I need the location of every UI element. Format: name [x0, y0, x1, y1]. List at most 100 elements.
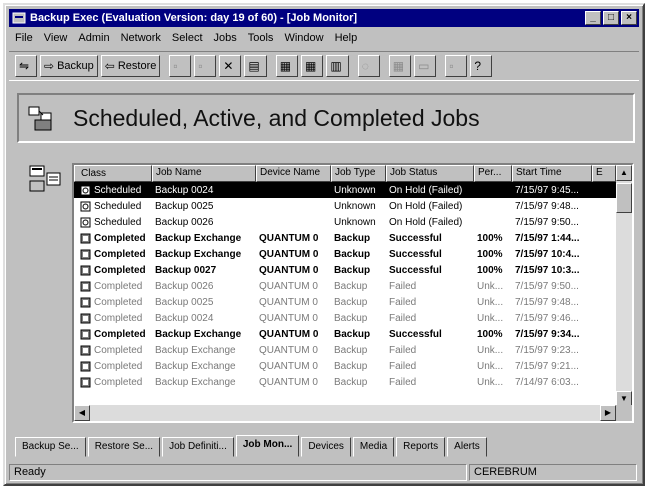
cell-device: QUANTUM 0: [259, 344, 318, 356]
column-job-status[interactable]: Job Status: [386, 165, 474, 182]
tab-media[interactable]: Media: [352, 437, 395, 457]
search-icon: ◌: [361, 59, 369, 73]
menu-tools[interactable]: Tools: [248, 32, 274, 44]
column-percent[interactable]: Per...: [474, 165, 512, 182]
menu-admin[interactable]: Admin: [78, 32, 109, 44]
pause-button[interactable]: ▫: [169, 55, 192, 77]
table-row[interactable]: Completed Backup Exchange QUANTUM 0 Backup F…: [74, 342, 632, 358]
delete-icon: ✕: [223, 59, 234, 73]
jobs-list[interactable]: Class Job Name Device Name Job Type Job …: [72, 163, 634, 423]
cell-class-text: Completed: [94, 264, 146, 276]
cell-device: QUANTUM 0: [259, 328, 319, 340]
maximize-button[interactable]: □: [603, 11, 619, 25]
dimmed-button[interactable]: ▫: [445, 55, 468, 77]
search-button[interactable]: ◌: [357, 55, 380, 77]
menu-help[interactable]: Help: [335, 32, 358, 44]
view-large-button[interactable]: ▦: [275, 55, 299, 77]
grid-button[interactable]: ▦: [388, 55, 412, 77]
column-start-time[interactable]: Start Time: [512, 165, 592, 182]
cell-start-time: 7/15/97 9:46...: [515, 312, 579, 324]
cell-class-text: Completed: [94, 296, 143, 308]
scroll-left-icon[interactable]: ◀: [74, 405, 90, 421]
cell-percent: 100%: [477, 248, 503, 260]
view-details-button[interactable]: ▥: [326, 55, 349, 77]
table-row[interactable]: Completed Backup Exchange QUANTUM 0 Backup S…: [74, 246, 632, 262]
backup-button[interactable]: ⇨ Backup: [40, 55, 98, 77]
cell-job-status: Failed: [389, 280, 417, 292]
cell-job-status: Successful: [389, 248, 442, 260]
table-row[interactable]: Completed Backup 0027 QUANTUM 0 Backup Succe…: [74, 262, 632, 278]
table-row[interactable]: Completed Backup Exchange QUANTUM 0 Backup S…: [74, 326, 632, 342]
column-job-name[interactable]: Job Name: [152, 165, 256, 182]
split-button[interactable]: ▭: [414, 55, 437, 77]
table-row[interactable]: Scheduled Backup 0026 Unknown On Hold (Fail…: [74, 214, 632, 230]
menu-view[interactable]: View: [44, 32, 68, 44]
cell-device: QUANTUM 0: [259, 248, 319, 260]
delete-button[interactable]: ✕: [219, 55, 242, 77]
tab-restore-selections[interactable]: Restore Se...: [87, 437, 161, 457]
cell-percent: Unk...: [477, 296, 504, 308]
table-row[interactable]: Completed Backup 0026 QUANTUM 0 Backup Faile…: [74, 278, 632, 294]
view-large-icon: ▦: [279, 59, 292, 73]
cell-class: Completed: [74, 377, 152, 388]
view-details-icon: ▥: [330, 59, 342, 73]
column-device-name[interactable]: Device Name: [256, 165, 331, 182]
table-row[interactable]: Scheduled Backup 0024 Unknown On Hold (Fail…: [74, 182, 632, 198]
cell-start-time: 7/15/97 1:44...: [515, 232, 580, 244]
tab-reports[interactable]: Reports: [396, 437, 446, 457]
table-row[interactable]: Scheduled Backup 0025 Unknown On Hold (Fail…: [74, 198, 632, 214]
column-extra[interactable]: E: [592, 165, 616, 182]
menu-jobs[interactable]: Jobs: [214, 32, 237, 44]
table-row[interactable]: Completed Backup 0024 QUANTUM 0 Backup Faile…: [74, 310, 632, 326]
cell-class-text: Completed: [94, 232, 146, 244]
cell-class-text: Completed: [94, 344, 143, 356]
table-row[interactable]: Completed Backup Exchange QUANTUM 0 Backup S…: [74, 230, 632, 246]
scroll-up-icon[interactable]: ▲: [616, 165, 632, 181]
cell-start-time: 7/15/97 9:23...: [515, 344, 579, 356]
cell-class: Completed: [74, 329, 152, 340]
cell-device: QUANTUM 0: [259, 360, 318, 372]
page-title: Scheduled, Active, and Completed Jobs: [73, 104, 480, 131]
vertical-scrollbar[interactable]: ▲ ▼: [616, 165, 632, 407]
app-icon: [12, 12, 26, 24]
tab-alerts[interactable]: Alerts: [447, 437, 487, 457]
column-class[interactable]: Class: [74, 165, 152, 182]
server-name: CEREBRUM: [469, 463, 637, 481]
cell-job-type: Unknown: [334, 200, 376, 212]
tab-devices[interactable]: Devices: [301, 437, 351, 457]
properties-button[interactable]: ▤: [244, 55, 267, 77]
resume-button[interactable]: ▫: [194, 55, 217, 77]
menu-network[interactable]: Network: [121, 32, 161, 44]
vertical-scroll-thumb[interactable]: [616, 183, 632, 213]
window-title: Backup Exec (Evaluation Version: day 19 …: [30, 12, 358, 24]
cell-class-text: Completed: [94, 328, 146, 340]
cell-job-status: On Hold (Failed): [389, 200, 463, 212]
tab-job-monitor[interactable]: Job Mon...: [235, 435, 300, 457]
help-button[interactable]: ?: [470, 55, 493, 77]
completed-job-icon: [80, 361, 91, 371]
table-row[interactable]: Completed Backup Exchange QUANTUM 0 Backup F…: [74, 374, 632, 390]
tab-job-definitions[interactable]: Job Definiti...: [162, 437, 234, 457]
menu-select[interactable]: Select: [172, 32, 203, 44]
table-row[interactable]: Completed Backup 0025 QUANTUM 0 Backup Faile…: [74, 294, 632, 310]
cell-class-text: Completed: [94, 248, 146, 260]
minimize-button[interactable]: _: [585, 11, 601, 25]
menu-window[interactable]: Window: [284, 32, 323, 44]
view-small-button[interactable]: ▦: [301, 55, 324, 77]
menu-file[interactable]: File: [15, 32, 33, 44]
restore-button[interactable]: ⇦ Restore: [100, 55, 161, 77]
cell-job-status: Failed: [389, 296, 417, 308]
cell-job-type: Backup: [334, 248, 371, 260]
cell-start-time: 7/15/97 9:50...: [515, 216, 579, 228]
tab-backup-selections[interactable]: Backup Se...: [15, 437, 86, 457]
job-monitor-icon: [28, 106, 52, 131]
horizontal-scrollbar[interactable]: ◀ ▶: [74, 405, 616, 421]
column-job-type[interactable]: Job Type: [331, 165, 386, 182]
cell-job-type: Backup: [334, 312, 368, 324]
connect-button[interactable]: ⇋: [15, 55, 37, 77]
scroll-right-icon[interactable]: ▶: [600, 405, 616, 421]
title-bar[interactable]: Backup Exec (Evaluation Version: day 19 …: [9, 9, 639, 27]
close-button[interactable]: ×: [621, 11, 637, 25]
page-banner: Scheduled, Active, and Completed Jobs: [17, 93, 635, 143]
table-row[interactable]: Completed Backup Exchange QUANTUM 0 Backup F…: [74, 358, 632, 374]
